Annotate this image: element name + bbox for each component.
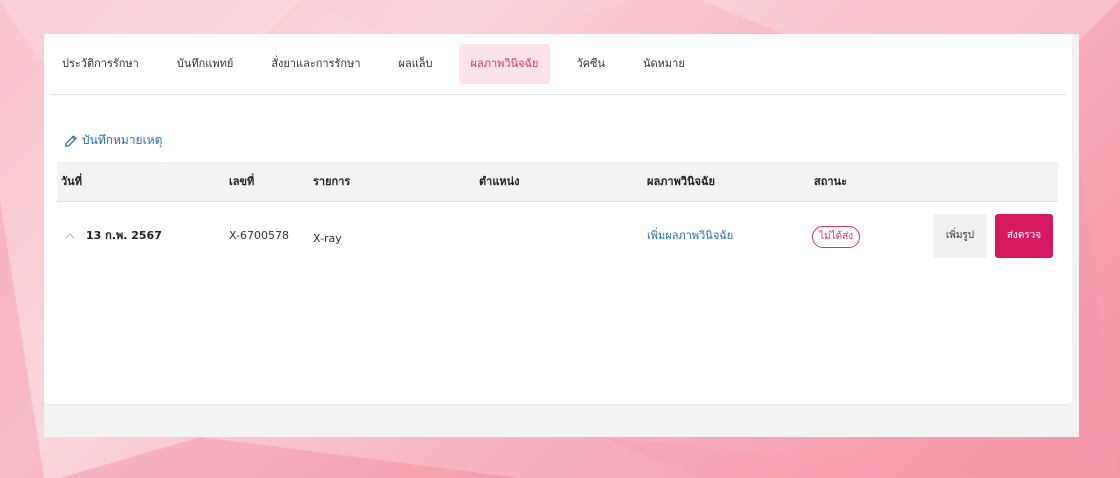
tab-orders[interactable]: สั่งยาและการรักษา — [259, 44, 372, 84]
tab-imaging-results[interactable]: ผลภาพวินิจฉัย — [458, 44, 551, 84]
header-number: เลขที่ — [229, 175, 255, 188]
tab-doctor-notes[interactable]: บันทึกแพทย์ — [165, 44, 245, 84]
add-note-link[interactable]: บันทึกหมายเหตุ — [64, 131, 162, 150]
add-image-button[interactable]: เพิ่มรูป — [933, 214, 987, 258]
header-position: ตำแหน่ง — [479, 175, 520, 188]
row-number: X-6700578 — [229, 229, 289, 242]
header-result: ผลภาพวินิจฉัย — [647, 175, 715, 188]
row-date: 13 ก.พ. 2567 — [86, 229, 162, 242]
header-status: สถานะ — [814, 175, 847, 188]
content-panel: ประวัติการรักษา บันทึกแพทย์ สั่งยาและการ… — [44, 34, 1079, 437]
chevron-up-icon[interactable] — [63, 229, 77, 243]
header-item: รายการ — [313, 175, 351, 188]
status-badge: ไม่ได้ส่ง — [812, 226, 861, 248]
tab-treatment-history[interactable]: ประวัติการรักษา — [50, 44, 151, 84]
table-row: 13 ก.พ. 2567 X-6700578 X-ray เพิ่มผลภาพว… — [57, 202, 1058, 270]
table-header: วันที่ เลขที่ รายการ ตำแหน่ง ผลภาพวินิจฉ… — [57, 162, 1058, 202]
diagnostic-imaging-card: ประวัติการรักษา บันทึกแพทย์ สั่งยาและการ… — [44, 34, 1072, 404]
tab-vaccines[interactable]: วัคซีน — [564, 44, 617, 84]
tab-appointments[interactable]: นัดหมาย — [631, 44, 697, 84]
pencil-icon — [64, 134, 77, 147]
tab-bar: ประวัติการรักษา บันทึกแพทย์ สั่งยาและการ… — [50, 44, 1066, 95]
add-note-label: บันทึกหมายเหตุ — [82, 133, 163, 147]
header-date: วันที่ — [61, 175, 82, 188]
add-imaging-result-link[interactable]: เพิ่มผลภาพวินิจฉัย — [647, 202, 733, 270]
send-exam-button[interactable]: ส่งตรวจ — [995, 214, 1053, 258]
tab-lab-results[interactable]: ผลแล็บ — [387, 44, 445, 84]
row-item: X-ray — [313, 232, 342, 245]
